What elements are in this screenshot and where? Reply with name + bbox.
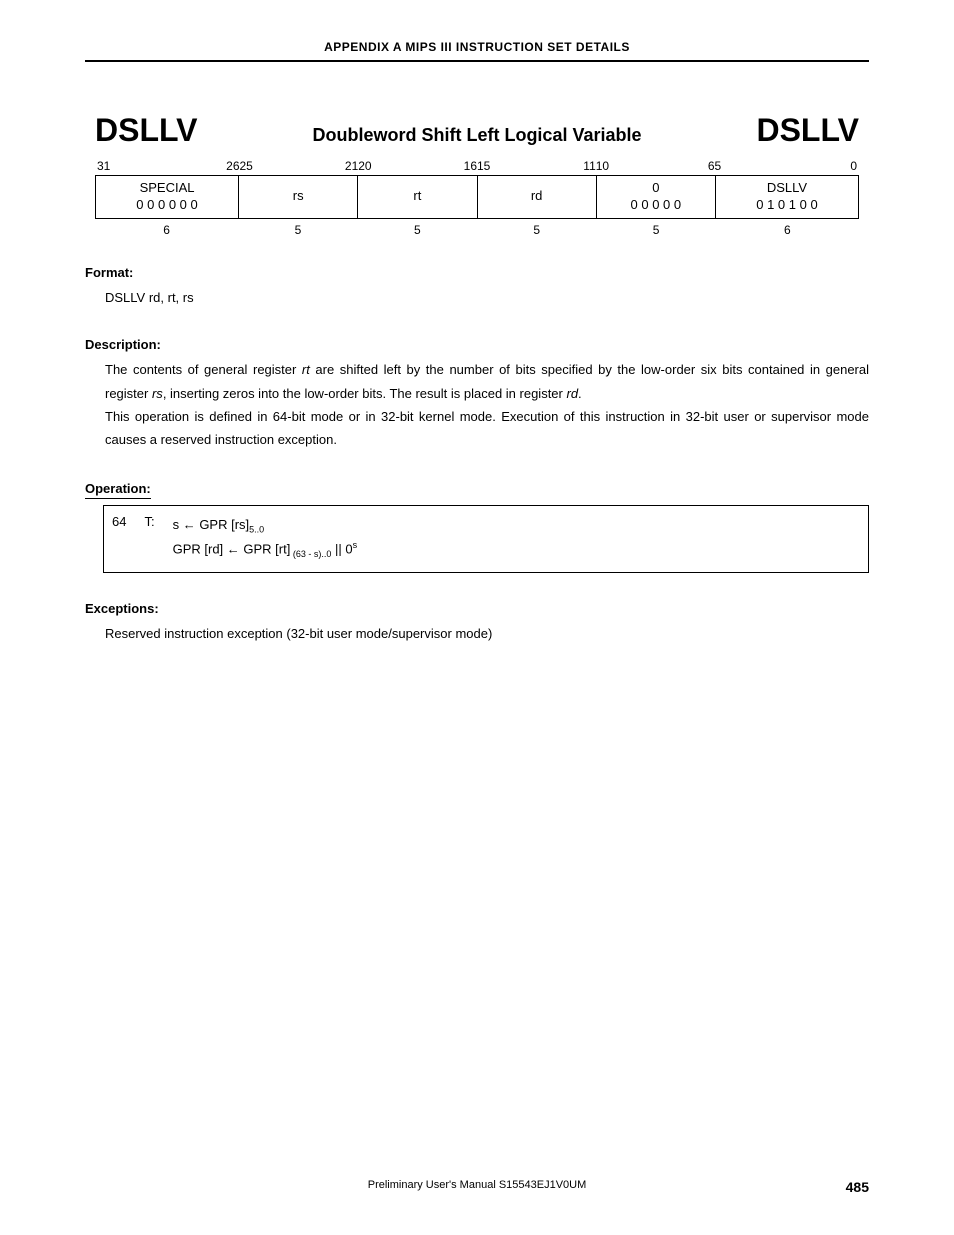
exceptions-label: Exceptions: xyxy=(85,601,869,616)
field-width: 5 xyxy=(596,223,715,237)
footer-manual-id: Preliminary User's Manual S15543EJ1V0UM xyxy=(85,1179,869,1191)
operation-box: 64 T: s ← GPR [rs]5..0 GPR [rd] ← GPR [r… xyxy=(103,505,869,573)
description-label: Description: xyxy=(85,337,869,352)
bit-lo: 16 xyxy=(464,159,477,173)
field-name: DSLLV xyxy=(767,180,807,195)
field-width: 5 xyxy=(238,223,357,237)
format-text: DSLLV rd, rt, rs xyxy=(105,286,869,309)
description-body: The contents of general register rt are … xyxy=(105,358,869,452)
field-width: 6 xyxy=(716,223,859,237)
bit-lo: 21 xyxy=(345,159,358,173)
page-number: 485 xyxy=(846,1179,869,1195)
bit-lo: 11 xyxy=(583,159,595,173)
operation-t: T: xyxy=(144,514,154,529)
operation-pseudocode: s ← GPR [rs]5..0 GPR [rd] ← GPR [rt] (63… xyxy=(173,514,357,562)
field-width: 5 xyxy=(358,223,477,237)
field-name: 0 xyxy=(652,180,659,195)
field-bits: 0 0 0 0 0 0 xyxy=(136,197,197,212)
bit-hi: 15 xyxy=(477,159,490,173)
bit-lo: 6 xyxy=(708,159,715,173)
field-bits: 0 0 0 0 0 xyxy=(631,197,682,212)
bit-hi: 20 xyxy=(358,159,371,173)
field-bits: 0 1 0 1 0 0 xyxy=(756,197,817,212)
bit-hi: 31 xyxy=(97,159,110,173)
field-name: rt xyxy=(413,188,421,203)
format-label: Format: xyxy=(85,265,869,280)
field-width: 6 xyxy=(95,223,238,237)
bit-hi: 25 xyxy=(240,159,253,173)
bit-hi: 5 xyxy=(715,159,722,173)
mnemonic-left: DSLLV xyxy=(95,112,198,149)
exceptions-text: Reserved instruction exception (32-bit u… xyxy=(105,622,869,645)
field-name: rs xyxy=(293,188,304,203)
encoding-diagram: 31 26 25 21 20 16 15 11 10 6 5 0 SPECIAL 0 0 0 … xyxy=(95,159,859,237)
instruction-title-row: DSLLV Doubleword Shift Left Logical Vari… xyxy=(95,112,859,149)
instruction-full-name: Doubleword Shift Left Logical Variable xyxy=(312,125,641,146)
mnemonic-right: DSLLV xyxy=(756,112,859,149)
field-width: 5 xyxy=(477,223,596,237)
field-name: SPECIAL xyxy=(140,180,195,195)
page-footer: Preliminary User's Manual S15543EJ1V0UM … xyxy=(85,1179,869,1195)
bit-hi: 10 xyxy=(596,159,609,173)
operation-mode: 64 xyxy=(112,514,126,529)
field-name: rd xyxy=(531,188,543,203)
appendix-header: APPENDIX A MIPS III INSTRUCTION SET DETA… xyxy=(85,40,869,62)
operation-label: Operation: xyxy=(85,481,151,499)
bit-lo: 26 xyxy=(226,159,239,173)
bit-lo: 0 xyxy=(850,159,857,173)
